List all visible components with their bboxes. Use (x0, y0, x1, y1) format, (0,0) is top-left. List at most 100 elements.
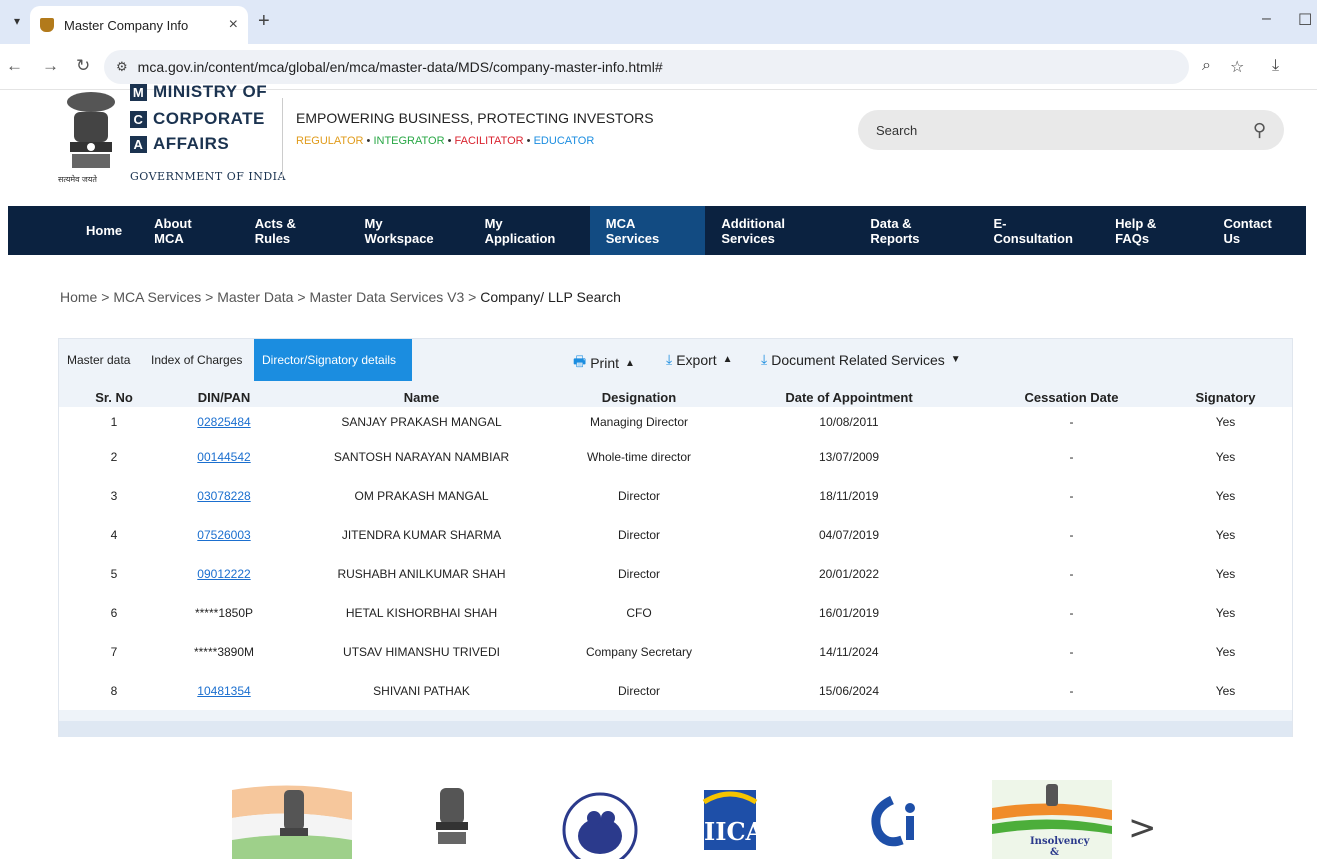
cell-din: 03078228 (169, 476, 279, 515)
column-header: Designation (564, 387, 714, 407)
caret-up-icon: ▲ (625, 357, 635, 369)
export-icon: ⤓ (666, 351, 673, 367)
cell-cessation: - (1069, 415, 1074, 429)
tab-director-signatory[interactable]: Director/Signatory details (254, 339, 412, 381)
nav-item-my-application[interactable]: My Application (469, 206, 590, 255)
nav-item-my-workspace[interactable]: My Workspace (349, 206, 469, 255)
government-of-india-text: GOVERNMENT OF INDIA (130, 170, 286, 183)
cci-logo[interactable] (840, 780, 960, 859)
cell-appointed: 15/06/2024 (818, 683, 880, 698)
cell-designation: Managing Director (589, 415, 689, 429)
breadcrumb-link[interactable]: MCA Services (113, 289, 201, 305)
india-flag-emblem-logo[interactable] (232, 780, 352, 859)
iica-logo[interactable]: IICA (690, 780, 810, 859)
breadcrumb-link[interactable]: Master Data (217, 289, 293, 305)
role-integrator: INTEGRATOR (373, 135, 445, 147)
search-placeholder: Search (876, 122, 918, 138)
role-regulator: REGULATOR (296, 135, 364, 147)
print-button[interactable]: 🖶 Print ▲ (573, 351, 635, 375)
minimize-icon[interactable]: – (1262, 10, 1271, 28)
breadcrumb-separator: > (293, 289, 310, 305)
table-row: 2 00144542 SANTOSH NARAYAN NAMBIAR Whole-ti… (59, 437, 1292, 476)
bookmark-star-icon[interactable]: ☆ (1230, 57, 1244, 77)
cell-sr: 3 (110, 488, 118, 503)
zoom-icon[interactable]: ⌕ (1202, 57, 1211, 75)
din-link[interactable]: 07526003 (197, 528, 250, 542)
din-link[interactable]: 03078228 (197, 489, 250, 503)
din-link[interactable]: 10481354 (197, 684, 250, 698)
cell-cessation: - (1069, 683, 1074, 698)
cell-appointed: 14/11/2024 (819, 644, 879, 659)
carousel-next-arrow[interactable]: > (1128, 808, 1157, 848)
cell-appointed: 10/08/2011 (819, 415, 879, 429)
tab-title: Master Company Info (64, 17, 189, 33)
site-info-icon[interactable]: ⚙ (116, 59, 128, 75)
browser-tab[interactable]: Master Company Info × (30, 6, 248, 44)
column-header: DIN/PAN (169, 387, 279, 407)
nav-item-mca-services[interactable]: MCA Services (589, 206, 706, 255)
cell-cessation: - (1069, 566, 1074, 581)
ibbi-logo[interactable]: Insolvency & (992, 780, 1112, 859)
nav-item-e-consultation[interactable]: E-Consultation (977, 206, 1099, 255)
maximize-icon[interactable]: ☐ (1298, 10, 1312, 30)
breadcrumb-link[interactable]: Master Data Services V3 (309, 289, 464, 305)
document-services-button[interactable]: ⤓ Document Related Services ▼ (761, 351, 961, 368)
national-emblem-icon (67, 92, 115, 168)
nav-item-acts-rules[interactable]: Acts & Rules (239, 206, 349, 255)
url-bar[interactable]: ⚙ mca.gov.in/content/mca/global/en/mca/m… (104, 50, 1189, 84)
cell-designation: Director (617, 527, 660, 542)
breadcrumb-current: Company/ LLP Search (480, 289, 621, 305)
tab-list-chevron-icon[interactable]: ▾ (8, 12, 26, 30)
cell-designation: Director (617, 683, 660, 698)
nav-item-help-faqs[interactable]: Help & FAQs (1099, 206, 1207, 255)
reload-icon[interactable]: ↻ (76, 56, 90, 76)
cell-name: RUSHABH ANILKUMAR SHAH (337, 566, 506, 581)
cell-name: UTSAV HIMANSHU TRIVEDI (343, 644, 500, 659)
roles-line: REGULATOR • INTEGRATOR • FACILITATOR • E… (296, 135, 595, 147)
mca-logo-line1: M MINISTRY OF (130, 82, 267, 102)
table-row: 7 *****3890M UTSAV HIMANSHU TRIVEDI Company… (59, 632, 1292, 671)
nav-item-home[interactable]: Home (70, 206, 138, 255)
tab-master-data[interactable]: Master data (59, 339, 138, 381)
breadcrumb-link[interactable]: Home (60, 289, 97, 305)
download-doc-icon: ⤓ (761, 351, 768, 367)
close-tab-icon[interactable]: × (229, 16, 238, 34)
cell-din: 09012222 (169, 554, 279, 593)
tab-index-of-charges[interactable]: Index of Charges (143, 339, 250, 381)
nav-item-data-reports[interactable]: Data & Reports (854, 206, 977, 255)
nav-item-additional-services[interactable]: Additional Services (705, 206, 854, 255)
printer-icon: 🖶 (573, 353, 587, 369)
cell-din: 07526003 (169, 515, 279, 554)
back-icon[interactable]: ← (6, 56, 23, 76)
national-emblem-logo[interactable] (392, 780, 512, 859)
new-tab-icon[interactable]: + (258, 10, 270, 33)
export-button[interactable]: ⤓ Export ▲ (666, 351, 733, 368)
din-link[interactable]: 00144542 (197, 450, 250, 464)
forward-icon[interactable]: → (42, 56, 59, 76)
logo-m-box: M (130, 83, 147, 101)
table-row: 5 09012222 RUSHABH ANILKUMAR SHAH Director 2… (59, 554, 1292, 593)
din-link[interactable]: 02825484 (197, 415, 250, 429)
iepf-authority-logo[interactable] (540, 780, 660, 859)
cell-designation: Whole-time director (586, 449, 692, 464)
favicon-icon (40, 18, 54, 32)
tagline: EMPOWERING BUSINESS, PROTECTING INVESTOR… (296, 110, 654, 126)
nav-item-about-mca[interactable]: About MCA (138, 206, 239, 255)
cell-sr: 2 (110, 449, 118, 464)
search-icon[interactable]: ⚲ (1253, 120, 1266, 141)
din-link[interactable]: 09012222 (197, 567, 250, 581)
table-row: 3 03078228 OM PRAKASH MANGAL Director 18/11/… (59, 476, 1292, 515)
cell-signatory: Yes (1215, 566, 1236, 581)
cell-sr: 8 (110, 683, 118, 698)
logo-c-box: C (130, 110, 147, 128)
cell-cessation: - (1069, 488, 1074, 503)
role-facilitator: FACILITATOR (454, 135, 524, 147)
role-educator: EDUCATOR (533, 135, 595, 147)
download-icon[interactable]: ⤓ (1272, 57, 1279, 75)
site-search-input[interactable]: Search ⚲ (858, 110, 1284, 150)
director-table: Sr. No DIN/PAN Name Designation Date of Appo… (59, 387, 1292, 710)
table-row: 4 07526003 JITENDRA KUMAR SHARMA Director 04… (59, 515, 1292, 554)
nav-item-contact-us[interactable]: Contact Us (1207, 206, 1306, 255)
column-header: Cessation Date (984, 387, 1159, 407)
table-row: 6 *****1850P HETAL KISHORBHAI SHAH CFO 16/01… (59, 593, 1292, 632)
